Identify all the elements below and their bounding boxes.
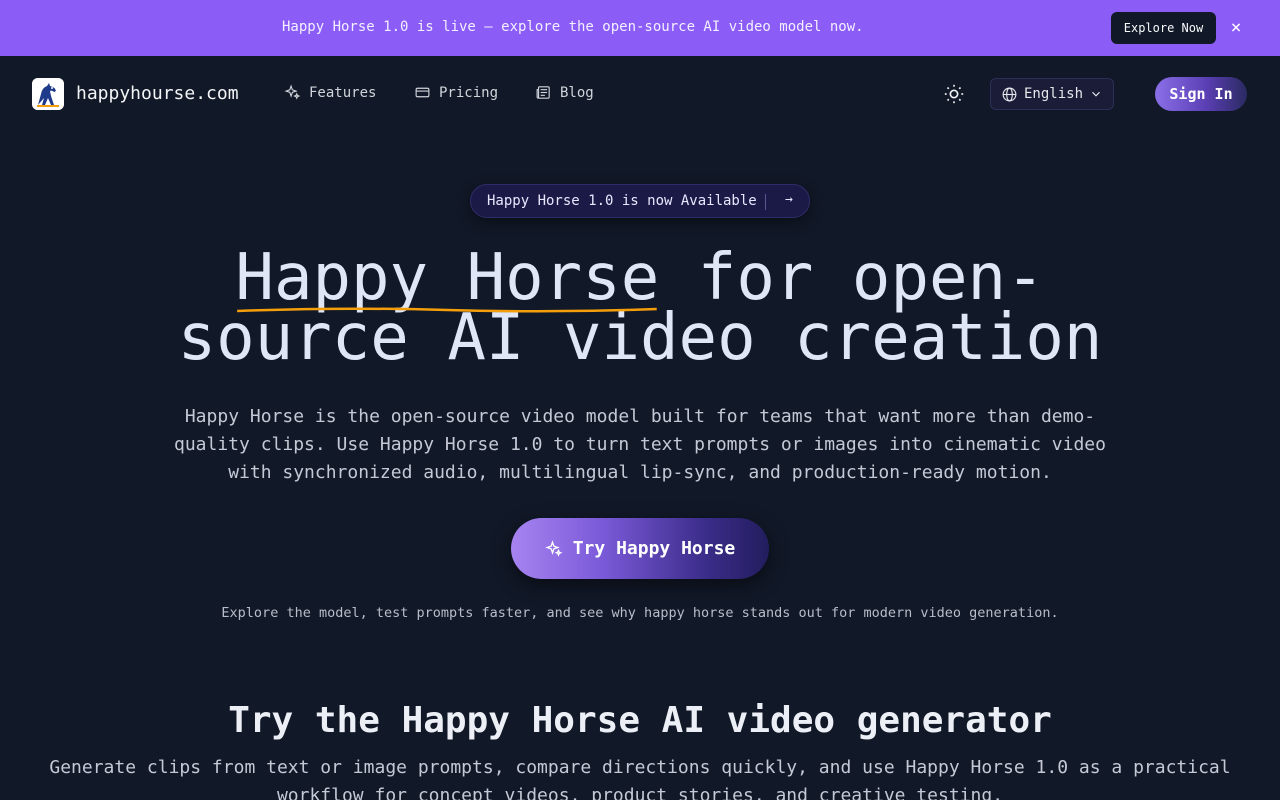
- section-title: Try the Happy Horse AI video generator: [228, 700, 1052, 741]
- chevron-down-icon: [1092, 91, 1100, 97]
- nav-link-label: Pricing: [439, 84, 499, 101]
- hero-title-highlight: Happy Horse: [235, 246, 659, 313]
- section-subtitle: Generate clips from text or image prompt…: [49, 757, 1231, 800]
- hero-subtitle: Happy Horse is the open-source video mod…: [174, 406, 1106, 483]
- close-icon[interactable]: ×: [1226, 18, 1246, 38]
- announcement-pill[interactable]: Happy Horse 1.0 is now Available →: [470, 184, 810, 218]
- underline-decoration: [237, 307, 658, 313]
- horse-logo-icon[interactable]: [32, 78, 64, 110]
- hero-note: Explore the model, test prompts faster, …: [221, 605, 1059, 621]
- globe-icon: [1002, 87, 1017, 101]
- language-select[interactable]: English: [990, 78, 1114, 110]
- announcement-banner: Happy Horse 1.0 is live — explore the op…: [0, 0, 1280, 56]
- nav-link-features[interactable]: Features: [284, 84, 376, 101]
- newspaper-icon: [536, 86, 550, 99]
- credit-card-icon: [415, 87, 430, 98]
- cta-label: Try Happy Horse: [572, 538, 736, 559]
- hero-title: Happy Horse for open- source AI video cr…: [0, 246, 1280, 370]
- try-happy-horse-button[interactable]: Try Happy Horse: [511, 518, 769, 579]
- sparkles-icon: [544, 539, 563, 557]
- pill-divider: [765, 194, 766, 210]
- top-nav: happyhourse.com Features Pricing Blog En…: [0, 56, 1280, 132]
- nav-link-label: Features: [309, 84, 377, 101]
- pill-text: Happy Horse 1.0 is now Available: [487, 193, 757, 209]
- sun-icon[interactable]: [943, 83, 965, 105]
- banner-text: Happy Horse 1.0 is live — explore the op…: [282, 19, 864, 35]
- explore-now-button[interactable]: Explore Now: [1111, 12, 1216, 44]
- sign-in-button[interactable]: Sign In: [1155, 77, 1247, 111]
- nav-link-pricing[interactable]: Pricing: [414, 84, 498, 101]
- language-label: English: [1024, 86, 1084, 102]
- site-name[interactable]: happyhourse.com: [76, 83, 239, 104]
- arrow-right-icon: →: [785, 192, 793, 207]
- nav-link-blog[interactable]: Blog: [535, 84, 594, 101]
- sparkles-icon: [284, 84, 301, 100]
- nav-link-label: Blog: [560, 84, 594, 101]
